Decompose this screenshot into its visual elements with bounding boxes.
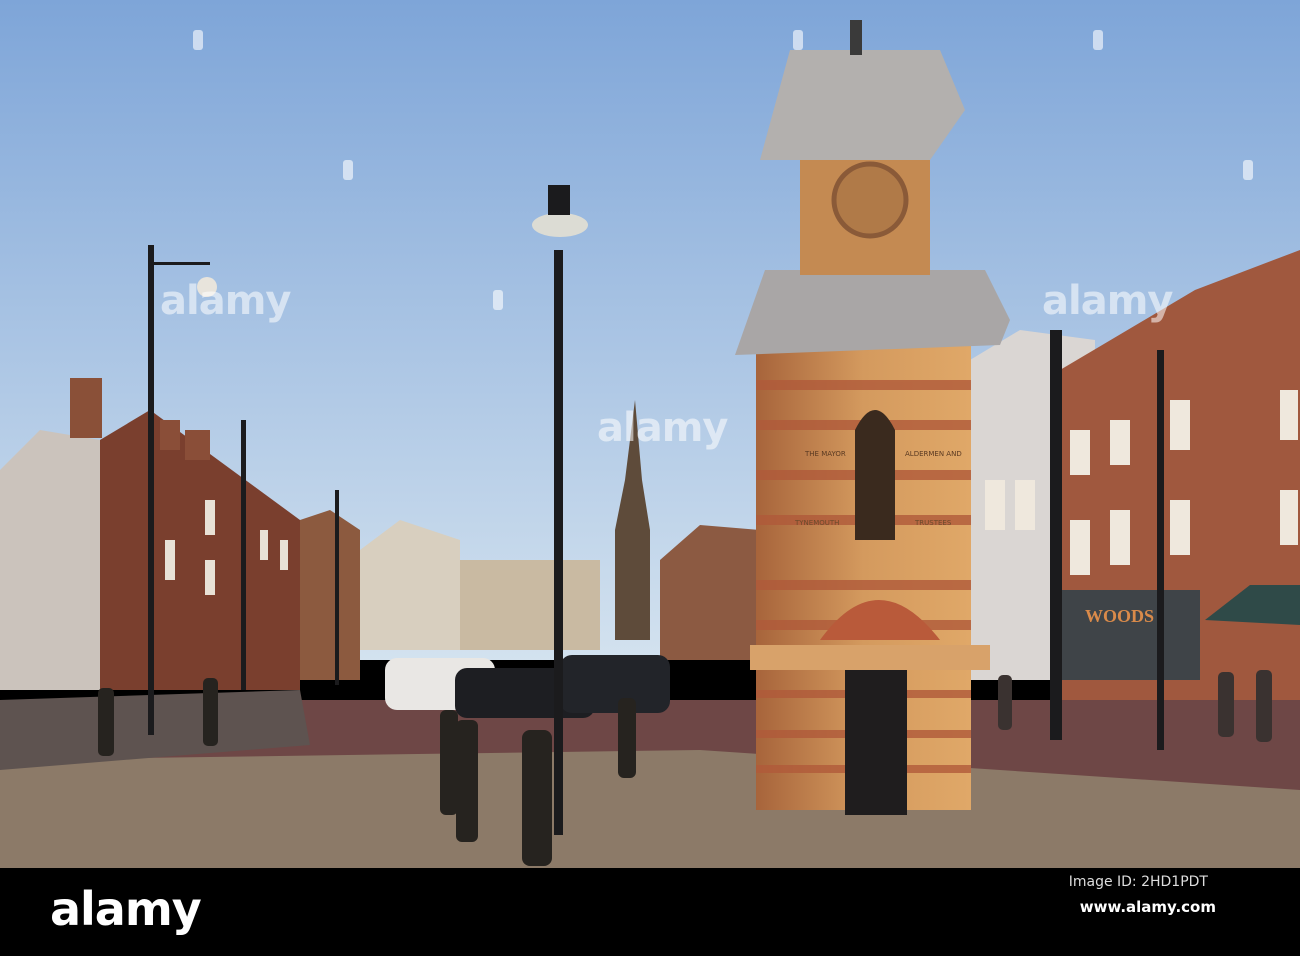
footer-bar: alamy Image ID: 2HD1PDT www.alamy.com bbox=[0, 868, 1300, 956]
watermark: alamy bbox=[597, 405, 728, 451]
photo-scene: WOODS THE MAYOR ALDERMEN AND TYNEMOUTH T… bbox=[0, 0, 1300, 956]
shop-sign: WOODS bbox=[1085, 606, 1154, 626]
inscription-line-1: THE MAYOR bbox=[804, 450, 846, 458]
alamy-logo: alamy bbox=[50, 882, 202, 936]
inscription-line-2: ALDERMEN AND bbox=[905, 450, 962, 458]
image-id: Image ID: 2HD1PDT bbox=[1068, 874, 1208, 890]
inscription-line-3: TYNEMOUTH bbox=[794, 519, 839, 527]
watermark: alamy bbox=[160, 278, 291, 324]
inscription-line-4: TRUSTEES bbox=[914, 519, 952, 527]
watermark: alamy bbox=[1042, 278, 1173, 324]
site-url: www.alamy.com bbox=[1079, 898, 1216, 916]
